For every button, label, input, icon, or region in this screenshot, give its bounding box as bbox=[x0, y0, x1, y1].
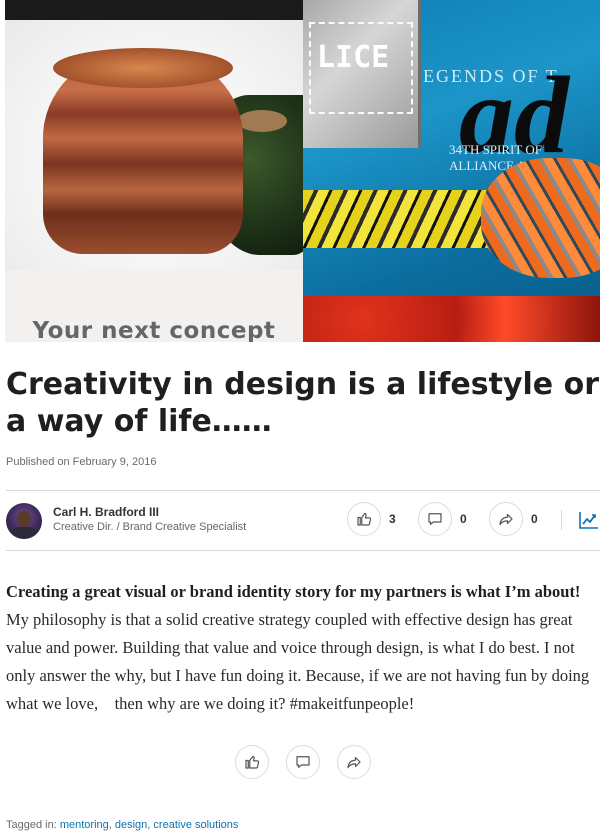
share-action: 0 bbox=[489, 502, 538, 536]
thumbs-up-icon bbox=[357, 512, 372, 526]
thumbs-up-icon bbox=[245, 755, 260, 769]
hero-metal-text: LICE bbox=[317, 40, 390, 75]
comment-action: 0 bbox=[418, 502, 467, 536]
share-arrow-icon bbox=[499, 513, 513, 526]
article-body: Creating a great visual or brand identit… bbox=[6, 578, 604, 718]
share-button[interactable] bbox=[489, 502, 523, 536]
hero-caption: Your next concept bbox=[32, 318, 276, 342]
hero-food-photo: Your next concept bbox=[5, 0, 303, 342]
author-role: Creative Dir. / Brand Creative Specialis… bbox=[53, 521, 247, 533]
author-avatar[interactable] bbox=[6, 503, 42, 539]
bottom-actions bbox=[235, 745, 371, 779]
avatar-body bbox=[12, 527, 36, 539]
like-action: 3 bbox=[347, 502, 396, 536]
like-button[interactable] bbox=[347, 502, 381, 536]
bottom-comment-button[interactable] bbox=[286, 745, 320, 779]
divider-top bbox=[6, 490, 600, 491]
tag-link-design[interactable]: design bbox=[115, 819, 147, 831]
action-separator bbox=[561, 510, 562, 530]
article-hero-image: Your next concept LICE EGENDS OF T ad 34… bbox=[5, 0, 600, 342]
author-name[interactable]: Carl H. Bradford III bbox=[53, 505, 159, 519]
article-body-rest: My philosophy is that a solid creative s… bbox=[6, 610, 590, 713]
hero-red-texture bbox=[303, 296, 600, 342]
hero-dark-edge bbox=[5, 0, 303, 22]
bottom-like-button[interactable] bbox=[235, 745, 269, 779]
bottom-share-button[interactable] bbox=[337, 745, 371, 779]
hero-mushroom bbox=[237, 110, 287, 132]
like-count: 3 bbox=[389, 512, 396, 526]
comment-count: 0 bbox=[460, 512, 467, 526]
tag-link-creative-solutions[interactable]: creative solutions bbox=[153, 819, 238, 831]
hero-steak-top bbox=[53, 48, 233, 88]
tagged-prefix: Tagged in: bbox=[6, 819, 60, 831]
stats-chart-icon[interactable] bbox=[578, 510, 600, 530]
comment-button[interactable] bbox=[418, 502, 452, 536]
published-date: Published on February 9, 2016 bbox=[6, 456, 157, 468]
hero-collage-photo: LICE EGENDS OF T ad 34TH SPIRIT OF ALLIA… bbox=[303, 0, 600, 342]
tagged-in: Tagged in: mentoring, design, creative s… bbox=[6, 819, 238, 831]
article-lead: Creating a great visual or brand identit… bbox=[6, 582, 581, 601]
share-arrow-icon bbox=[347, 756, 361, 769]
avatar-face bbox=[17, 511, 31, 527]
hero-orange-rope-knot bbox=[481, 158, 600, 278]
comment-icon bbox=[428, 513, 442, 525]
hero-metal-plate: LICE bbox=[303, 0, 421, 148]
divider-bottom bbox=[6, 550, 600, 551]
comment-icon bbox=[296, 756, 310, 768]
article-title: Creativity in design is a lifestyle or a… bbox=[6, 367, 599, 439]
tag-link-mentoring[interactable]: mentoring bbox=[60, 819, 109, 831]
share-count: 0 bbox=[531, 512, 538, 526]
